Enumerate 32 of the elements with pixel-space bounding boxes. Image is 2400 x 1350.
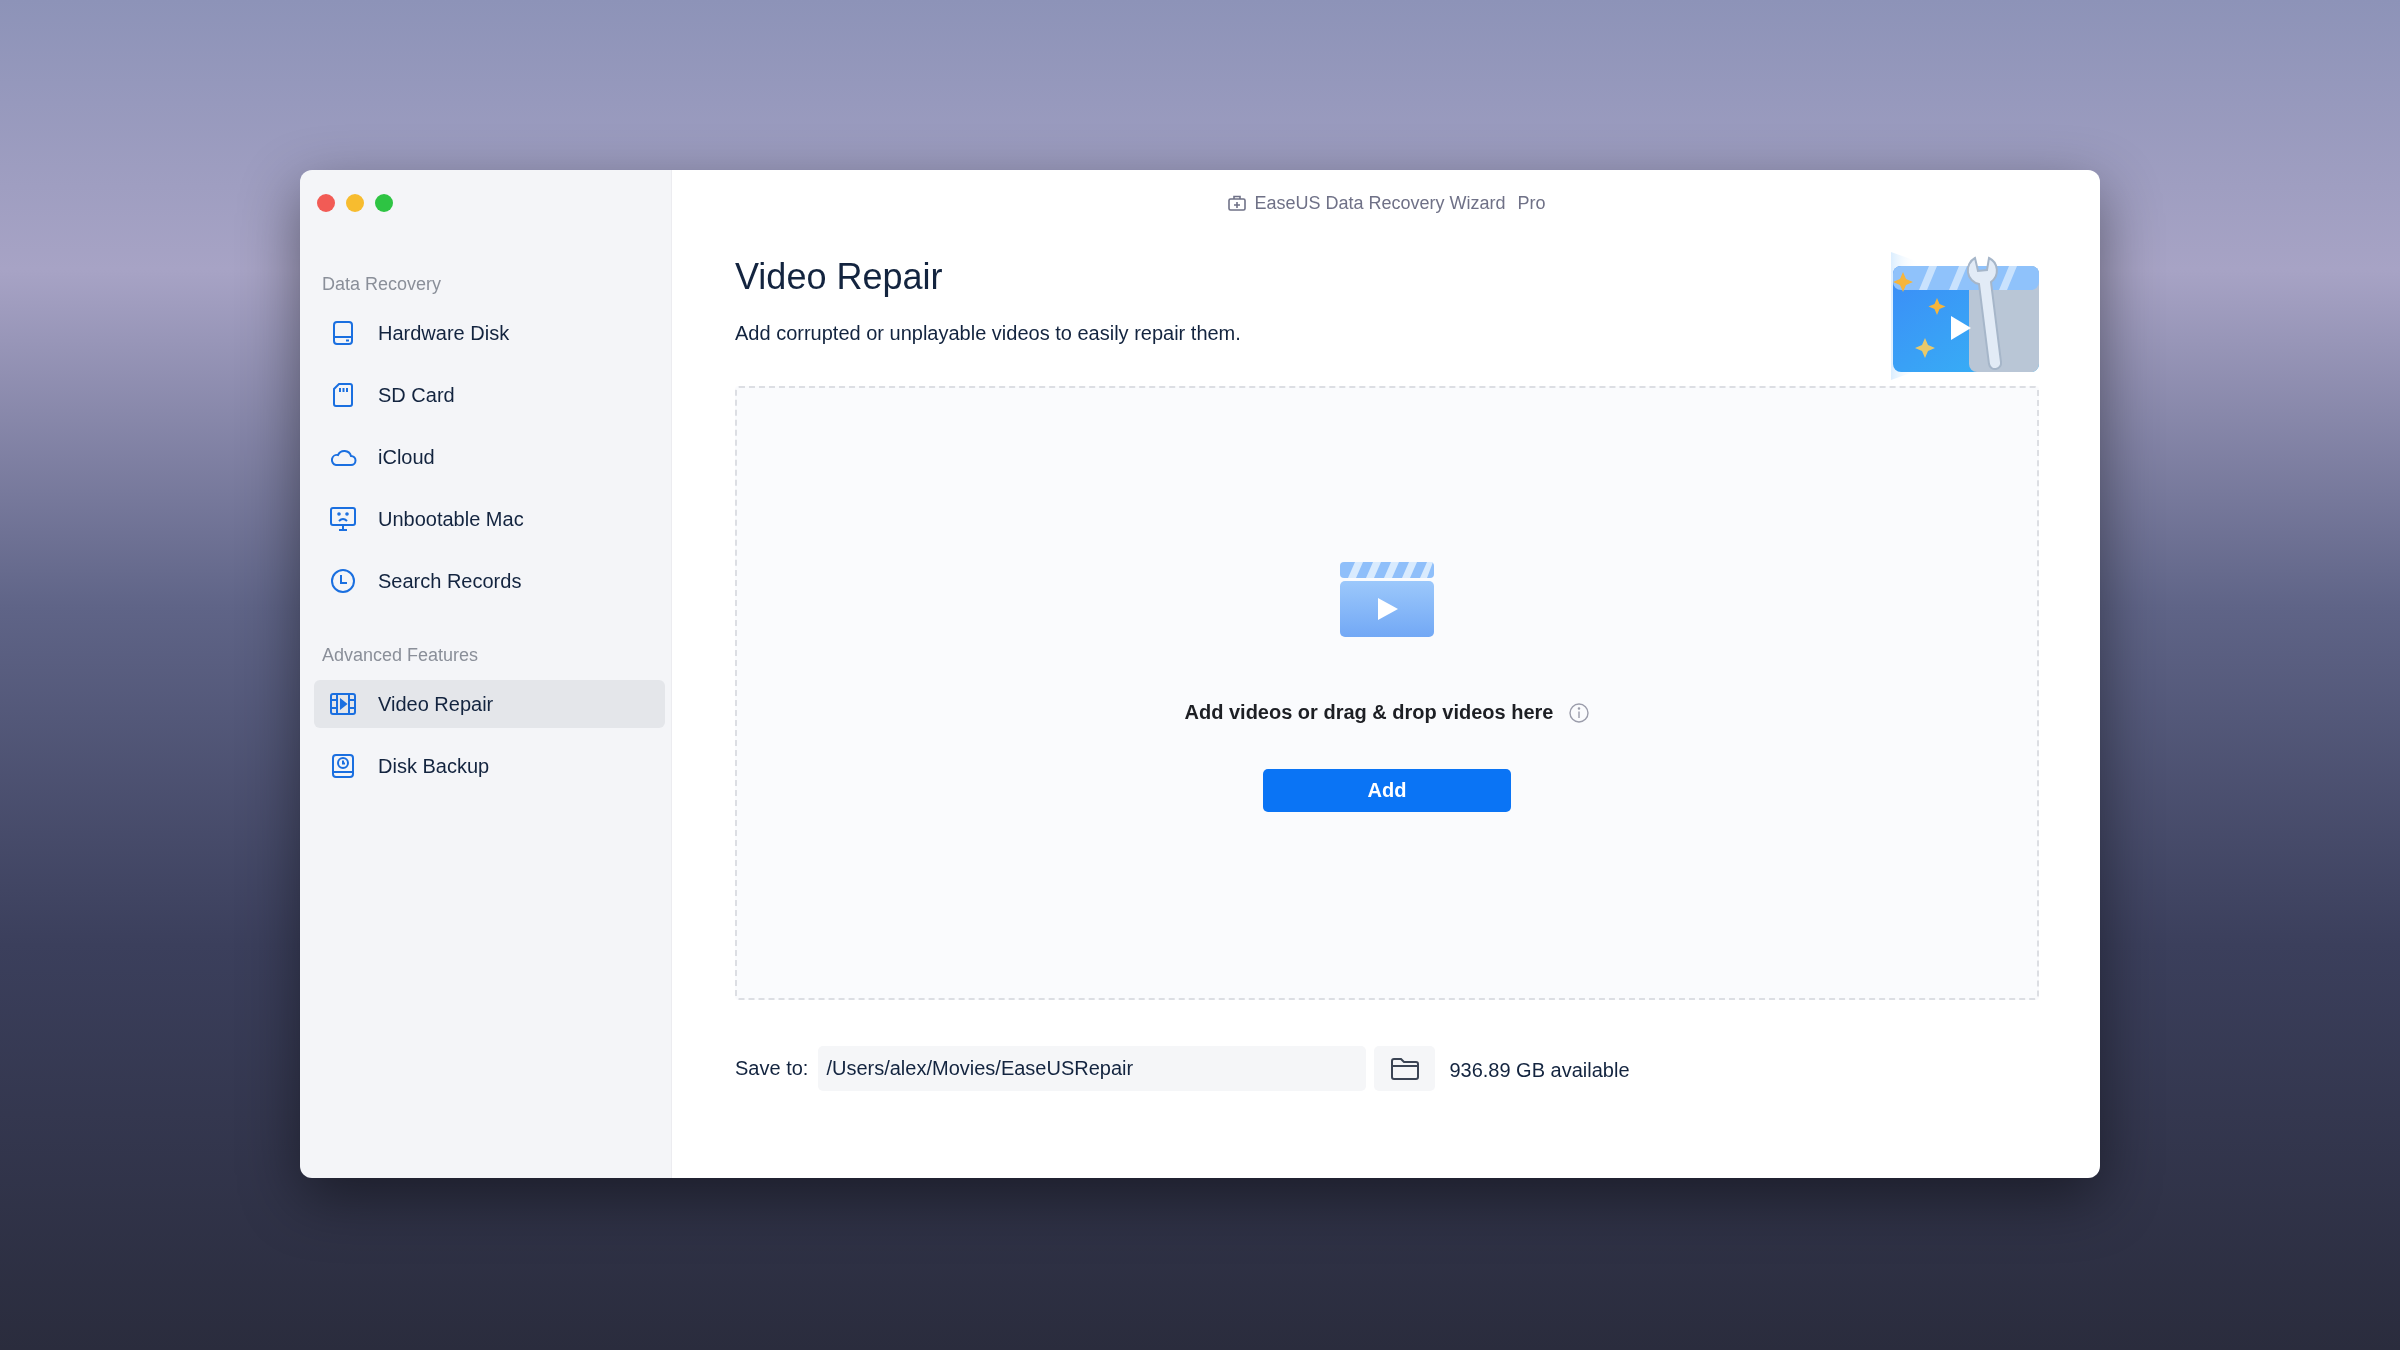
- info-icon[interactable]: [1569, 702, 1590, 723]
- sidebar-item[interactable]: Unbootable Mac: [314, 495, 665, 543]
- sidebar-item[interactable]: SD Card: [314, 371, 665, 419]
- toolbox-icon: [1228, 195, 1247, 211]
- sidebar-item[interactable]: Video Repair: [314, 680, 665, 728]
- available-space: 936.89 GB available: [1449, 1059, 1630, 1082]
- window-title: EaseUS Data Recovery Wizard: [1254, 192, 1506, 214]
- save-path-field[interactable]: /Users/alex/Movies/EaseUSRepair: [818, 1046, 1367, 1091]
- section-heading: Advanced Features: [321, 644, 480, 667]
- browse-folder-button[interactable]: [1374, 1046, 1436, 1091]
- sidebar-item[interactable]: Hardware Disk: [314, 309, 665, 357]
- clock-icon: [330, 568, 356, 594]
- save-label: Save to:: [735, 1057, 809, 1080]
- add-button[interactable]: Add: [1263, 769, 1511, 812]
- sd-card-icon: [330, 382, 356, 408]
- close-window-button[interactable]: [317, 194, 335, 212]
- video-clapper-icon: [1340, 562, 1434, 637]
- drop-zone[interactable]: Add videos or drag & drop videos here Add: [735, 386, 2039, 1000]
- zoom-window-button[interactable]: [375, 194, 393, 212]
- drive-icon: [330, 320, 356, 346]
- section-heading: Data Recovery: [321, 273, 443, 296]
- film-icon: [329, 692, 357, 716]
- folder-icon: [1389, 1056, 1420, 1081]
- drop-prompt: Add videos or drag & drop videos here: [1184, 701, 1554, 724]
- sidebar-item[interactable]: Disk Backup: [314, 742, 665, 790]
- edition-label: Pro: [1517, 192, 1546, 214]
- sidebar-item[interactable]: Search Records: [314, 557, 665, 605]
- minimize-window-button[interactable]: [346, 194, 364, 212]
- page-subtitle: Add corrupted or unplayable videos to easily repair them.: [735, 322, 1241, 345]
- sad-monitor-icon: [329, 506, 357, 532]
- sidebar-item[interactable]: iCloud: [314, 433, 665, 481]
- page-title: Video Repair: [735, 256, 944, 298]
